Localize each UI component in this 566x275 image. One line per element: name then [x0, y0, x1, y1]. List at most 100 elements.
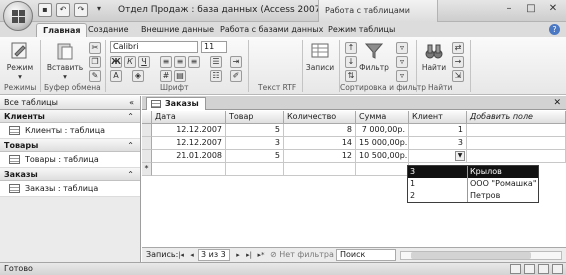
table-cell[interactable]: 12.12.2007 [152, 124, 226, 137]
table-cell[interactable]: 12.12.2007 [152, 137, 226, 150]
row-selector[interactable] [142, 150, 152, 163]
align-right-icon[interactable]: ≡ [188, 56, 200, 68]
tab-home[interactable]: Главная [36, 23, 88, 37]
fill-color-icon[interactable]: ◈ [132, 70, 144, 82]
paste-button[interactable]: Вставить ▾ [44, 41, 86, 81]
select-icon[interactable]: ⇲ [452, 70, 464, 82]
tab-datasheet[interactable]: Режим таблицы [328, 23, 395, 37]
find-button[interactable]: Найти [420, 41, 448, 72]
help-icon[interactable]: ? [549, 24, 560, 35]
nav-item-products-table[interactable]: Товары : таблица [0, 152, 140, 168]
select-all-cell[interactable] [142, 111, 152, 124]
row-selector[interactable] [142, 137, 152, 150]
font-name-select[interactable]: Calibri [110, 41, 198, 53]
dropdown-option[interactable]: 2 Петров [408, 190, 538, 202]
redo-icon[interactable]: ↷ [74, 3, 88, 17]
scrollbar-thumb[interactable] [411, 252, 531, 259]
client-combo-cell[interactable]: ▼ [409, 150, 467, 163]
office-button[interactable] [3, 1, 33, 31]
sort-ascending-icon[interactable]: ↑ [345, 42, 357, 54]
horizontal-scrollbar[interactable] [400, 251, 562, 260]
table-cell[interactable]: 3 [409, 137, 467, 150]
table-cell[interactable]: 5 [226, 150, 284, 163]
row-selector[interactable] [142, 124, 152, 137]
table-cell[interactable]: 8 [284, 124, 356, 137]
underline-icon[interactable]: Ч [138, 56, 150, 68]
chevron-down-icon[interactable]: ▼ [455, 151, 465, 161]
cut-icon[interactable]: ✂ [89, 42, 101, 54]
alternate-fill-icon[interactable]: ▤ [174, 70, 186, 82]
dropdown-option[interactable]: 3 Крылов [408, 166, 538, 178]
font-size-select[interactable]: 11 [201, 41, 227, 53]
record-position-input[interactable]: 3 из 3 [198, 249, 230, 261]
table-cell[interactable]: 1 [409, 124, 467, 137]
table-cell[interactable] [467, 150, 566, 163]
format-painter-icon[interactable]: ✎ [89, 70, 101, 82]
indent-icon[interactable]: ⇥ [230, 56, 242, 68]
table-cell[interactable] [226, 163, 284, 176]
highlight-icon[interactable]: ✐ [230, 70, 242, 82]
table-cell[interactable] [152, 163, 226, 176]
previous-record-icon[interactable]: ◂ [187, 250, 197, 260]
tab-database-tools[interactable]: Работа с базами данных [220, 23, 323, 37]
new-record-marker[interactable]: * [142, 163, 152, 176]
close-document-icon[interactable]: ✕ [553, 97, 561, 109]
chevron-up-icon[interactable]: ⌃ [127, 168, 134, 181]
nav-group-products[interactable]: Товары ⌃ [0, 139, 140, 152]
pivot-table-view-icon[interactable] [524, 264, 535, 274]
numbering-icon[interactable]: ☷ [210, 70, 222, 82]
column-header-add-field[interactable]: Добавить поле [467, 111, 566, 124]
document-tab-orders[interactable]: Заказы [146, 97, 206, 110]
column-header-client[interactable]: Клиент [409, 111, 467, 124]
toggle-filter-icon[interactable]: ▿ [396, 70, 408, 82]
dropdown-option[interactable]: 1 ООО "Ромашка" [408, 178, 538, 190]
nav-item-orders-table[interactable]: Заказы : таблица [0, 181, 140, 197]
table-cell[interactable] [356, 163, 409, 176]
table-cell[interactable]: 3 [226, 137, 284, 150]
bullets-icon[interactable]: ☰ [210, 56, 222, 68]
tab-external-data[interactable]: Внешние данные [141, 23, 214, 37]
replace-icon[interactable]: ⇄ [452, 42, 464, 54]
column-header-quantity[interactable]: Количество [284, 111, 356, 124]
table-cell[interactable]: 15 000,00р. [356, 137, 409, 150]
search-input[interactable]: Поиск [336, 249, 396, 261]
last-record-icon[interactable]: ▸| [244, 250, 254, 260]
table-cell[interactable] [467, 124, 566, 137]
minimize-button[interactable]: – [498, 1, 520, 17]
chevron-up-icon[interactable]: ⌃ [127, 139, 134, 152]
table-cell[interactable]: 12 [284, 150, 356, 163]
table-cell[interactable]: 5 [226, 124, 284, 137]
table-cell[interactable]: 21.01.2008 [152, 150, 226, 163]
table-cell[interactable] [467, 137, 566, 150]
advanced-filter-icon[interactable]: ▿ [396, 56, 408, 68]
nav-item-clients-table[interactable]: Клиенты : таблица [0, 123, 140, 139]
table-cell[interactable]: 10 500,00р. [356, 150, 409, 163]
close-window-button[interactable]: ✕ [542, 1, 564, 17]
new-record-icon[interactable]: ▸* [256, 250, 266, 260]
table-cell[interactable]: 14 [284, 137, 356, 150]
column-header-sum[interactable]: Сумма [356, 111, 409, 124]
align-left-icon[interactable]: ≡ [160, 56, 172, 68]
selection-filter-icon[interactable]: ▿ [396, 42, 408, 54]
bold-icon[interactable]: Ж [110, 56, 122, 68]
nav-collapse-icon[interactable]: « [129, 96, 134, 110]
align-center-icon[interactable]: ≡ [174, 56, 186, 68]
gridlines-icon[interactable]: # [160, 70, 172, 82]
sort-descending-icon[interactable]: ↓ [345, 56, 357, 68]
italic-icon[interactable]: К [124, 56, 136, 68]
goto-icon[interactable]: → [452, 56, 464, 68]
nav-group-orders[interactable]: Заказы ⌃ [0, 168, 140, 181]
clear-sort-icon[interactable]: ⇅ [345, 70, 357, 82]
tab-create[interactable]: Создание [88, 23, 129, 37]
nav-group-clients[interactable]: Клиенты ⌃ [0, 110, 140, 123]
table-cell[interactable]: 7 000,00р. [356, 124, 409, 137]
table-cell[interactable] [284, 163, 356, 176]
first-record-icon[interactable]: |◂ [176, 250, 186, 260]
save-icon[interactable]: ▪ [38, 3, 52, 17]
column-header-product[interactable]: Товар [226, 111, 284, 124]
records-button[interactable]: Записи [305, 41, 335, 72]
font-color-icon[interactable]: A [110, 70, 122, 82]
filter-button[interactable]: Фильтр [356, 41, 392, 72]
undo-icon[interactable]: ↶ [56, 3, 70, 17]
datasheet-view-icon[interactable] [510, 264, 521, 274]
